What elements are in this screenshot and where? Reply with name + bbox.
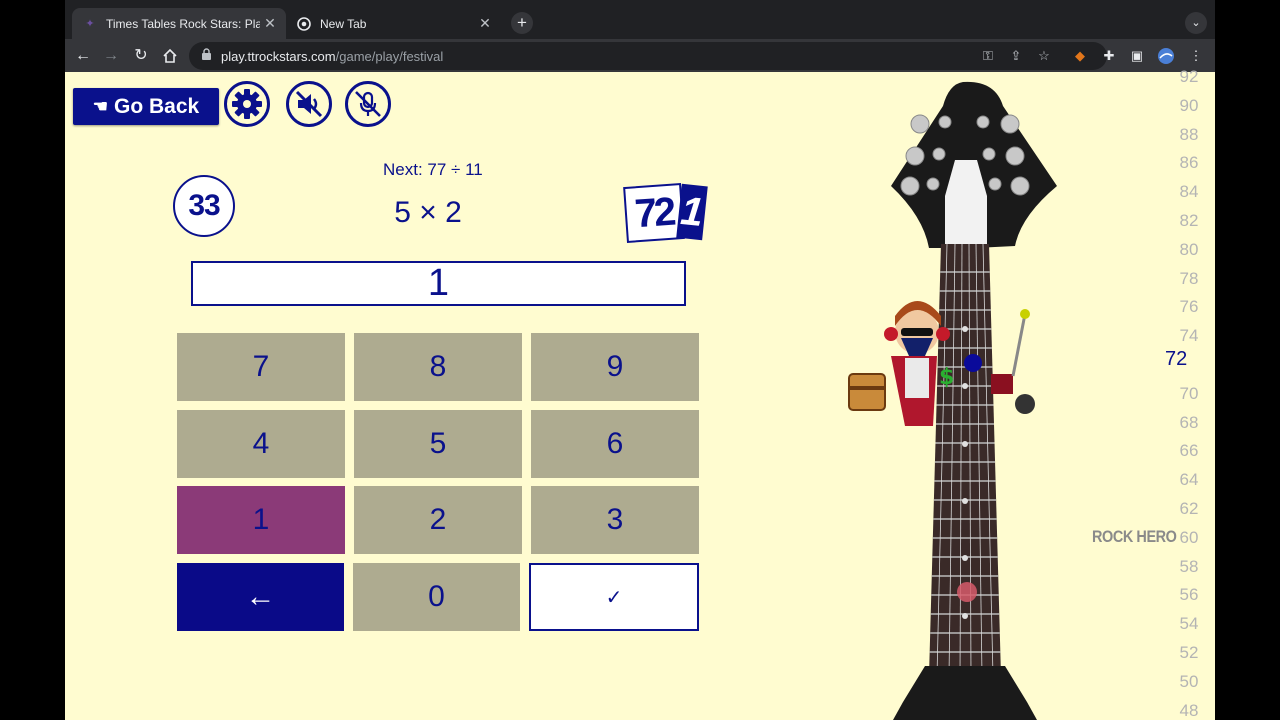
countdown-timer: 72 1 [623, 183, 708, 243]
reload-icon[interactable]: ↻ [129, 44, 153, 68]
tab-strip: ✦ Times Tables Rock Stars: Play ✕ New Ta… [65, 0, 1215, 39]
tab-search-button[interactable]: ⌄ [1185, 12, 1207, 34]
key-0[interactable]: 0 [353, 563, 520, 631]
player-position-marker [964, 354, 982, 372]
forward-arrow-icon[interactable]: → [99, 44, 123, 68]
close-tab-icon[interactable]: ✕ [475, 15, 495, 32]
scale-tick: 80 [1179, 239, 1199, 259]
chrome-menu-icon[interactable]: ⋮ [1187, 47, 1205, 65]
chrome-favicon-icon [296, 16, 312, 32]
ttrs-favicon-icon: ✦ [85, 18, 95, 30]
settings-button[interactable] [224, 81, 270, 127]
next-question-label: Next: 77 ÷ 11 [383, 160, 483, 179]
go-back-button[interactable]: ☚ Go Back [73, 88, 219, 125]
lock-icon[interactable] [201, 48, 215, 64]
scale-tick: 90 [1179, 95, 1199, 115]
tab-title: Times Tables Rock Stars: Play [106, 16, 260, 31]
key-7[interactable]: 7 [177, 333, 345, 401]
rock-hero-rank-label: ROCK HERO [1092, 527, 1177, 546]
scale-tick: 68 [1179, 412, 1199, 432]
microphone-toggle-button[interactable] [345, 81, 391, 127]
scale-tick: 84 [1179, 182, 1199, 202]
scale-tick: 62 [1179, 499, 1199, 518]
tab-title: New Tab [320, 16, 367, 31]
key-8[interactable]: 8 [354, 333, 522, 401]
back-arrow-icon[interactable]: ← [71, 44, 95, 68]
current-score-marker: 72 [1165, 348, 1188, 370]
fretboard [929, 244, 1001, 676]
rock-hand-back-icon: ☚ [92, 96, 109, 116]
browser-toolbar: ← → ↻ play.ttrockstars.com/game/play/fes… [65, 39, 1215, 72]
scale-tick: 76 [1179, 297, 1199, 317]
scale-tick: 64 [1179, 470, 1199, 490]
tab-new-tab[interactable]: New Tab ✕ [286, 8, 501, 39]
speaker-muted-icon [295, 90, 323, 118]
key-1[interactable]: 1 [177, 486, 345, 554]
scale-tick: 56 [1179, 585, 1199, 605]
scale-tick: 60 [1179, 527, 1199, 547]
url-text: play.ttrockstars.com/game/play/festival [221, 49, 443, 64]
profile-avatar-icon[interactable] [1157, 47, 1175, 65]
scale-tick: 50 [1179, 671, 1199, 691]
browser-window: ✦ Times Tables Rock Stars: Play ✕ New Ta… [65, 0, 1215, 720]
scale-tick: 82 [1179, 211, 1199, 230]
key-2[interactable]: 2 [354, 486, 522, 554]
bookmark-star-icon[interactable]: ☆ [1035, 47, 1053, 65]
submit-button[interactable]: ✓ [529, 563, 699, 631]
backspace-button[interactable]: ← [177, 563, 344, 631]
sound-toggle-button[interactable] [286, 81, 332, 127]
home-icon[interactable] [158, 44, 182, 68]
scale-tick: 74 [1179, 326, 1199, 346]
scale-tick: 54 [1179, 614, 1199, 634]
key-4[interactable]: 4 [177, 410, 345, 478]
timer-flip-digit: 1 [676, 183, 708, 241]
scale-tick: 70 [1179, 383, 1199, 403]
new-tab-button[interactable]: + [511, 12, 533, 34]
url-path: /game/play/festival [335, 49, 444, 64]
go-back-label: Go Back [114, 94, 200, 118]
share-icon[interactable]: ⇪ [1007, 47, 1025, 65]
guitar-body [893, 666, 1037, 720]
scale-tick: 58 [1179, 556, 1199, 576]
score-badge: 33 [173, 175, 235, 237]
gear-icon [232, 89, 262, 119]
scale-tick: 92 [1179, 67, 1199, 86]
metamask-fox-icon[interactable]: ◆ [1071, 47, 1089, 65]
address-bar[interactable]: play.ttrockstars.com/game/play/festival … [189, 42, 1107, 70]
extensions-puzzle-icon[interactable]: ✚ [1100, 47, 1118, 65]
key-3[interactable]: 3 [531, 486, 699, 554]
side-panel-icon[interactable]: ▣ [1128, 47, 1146, 65]
scale-tick: 88 [1179, 124, 1199, 144]
key-5[interactable]: 5 [354, 410, 522, 478]
key-9[interactable]: 9 [531, 333, 699, 401]
scale-tick: 86 [1179, 153, 1199, 173]
scale-tick: 78 [1179, 268, 1199, 288]
scale-tick: 52 [1179, 643, 1199, 662]
current-question: 5 × 2 [394, 196, 462, 229]
scale-tick: 48 [1179, 700, 1199, 720]
guitar-neck-track: $ [848, 81, 1057, 720]
svg-text:$: $ [939, 365, 954, 390]
tab-ttrs-play[interactable]: ✦ Times Tables Rock Stars: Play ✕ [72, 8, 286, 39]
key-6[interactable]: 6 [531, 410, 699, 478]
url-domain: play.ttrockstars.com [221, 49, 336, 64]
opponent-position-marker [957, 582, 977, 602]
microphone-off-icon [355, 91, 381, 117]
key-icon[interactable]: ⚿ [979, 47, 997, 65]
close-tab-icon[interactable]: ✕ [260, 15, 280, 32]
answer-field[interactable]: 1 [191, 261, 686, 306]
scale-tick: 66 [1179, 441, 1199, 461]
